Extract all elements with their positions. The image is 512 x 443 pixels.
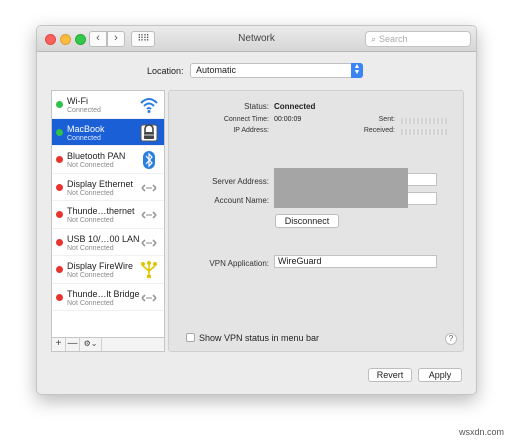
service-status: Not Connected: [67, 189, 114, 197]
sidebar-item-usb-10-00-lan[interactable]: USB 10/…00 LAN Not Connected: [52, 229, 164, 256]
location-value: Automatic: [196, 65, 237, 75]
search-icon: ⌕: [371, 34, 377, 44]
status-dot: [56, 293, 63, 301]
status-dot: [56, 183, 63, 191]
disconnect-button[interactable]: Disconnect: [275, 214, 339, 228]
sidebar-item-display-firewire[interactable]: Display FireWire Not Connected: [52, 256, 164, 284]
updown-arrow-icon: ▲ ▼: [351, 63, 363, 78]
search-placeholder: Search: [379, 34, 408, 44]
wifi-icon: [139, 95, 159, 115]
status-dot: [56, 156, 63, 163]
service-status: Connected: [67, 134, 101, 142]
bluetooth-icon: [139, 150, 159, 170]
service-name: Thunde…lt Bridge: [67, 288, 140, 299]
status-label: Status:: [244, 102, 269, 111]
status-dot: [56, 101, 63, 108]
sent-label: Sent:: [378, 116, 395, 123]
sidebar-item-macbook[interactable]: MacBook Connected: [52, 118, 164, 146]
vpn-lock-icon: [139, 123, 159, 143]
ip-address-label: IP Address:: [233, 127, 269, 134]
location-select[interactable]: Automatic ▲ ▼: [190, 63, 363, 78]
sidebar-item-thunde-lt-bridge[interactable]: Thunde…lt Bridge Not Connected: [52, 284, 164, 311]
service-name: Display Ethernet: [67, 178, 134, 189]
ethernet-icon: [139, 288, 159, 308]
title-bar: ‹ › ⠿⠿ Network ⌕ Search: [37, 26, 476, 52]
service-list-footer: + — ⚙⌄: [51, 338, 165, 352]
received-label: Received:: [363, 127, 395, 134]
service-status: Connected: [67, 107, 101, 114]
service-name: USB 10/…00 LAN: [67, 233, 140, 244]
status-dot: [56, 238, 63, 246]
sidebar-item-wi-fi[interactable]: Wi-Fi Connected: [52, 91, 164, 119]
ethernet-icon: [139, 233, 159, 253]
ethernet-icon: [139, 205, 159, 225]
sidebar-item-bluetooth-pan[interactable]: Bluetooth PAN Not Connected: [52, 146, 164, 174]
service-list: Wi-Fi Connected MacBook Connected Bluetooth …: [51, 90, 165, 338]
watermark: wsxdn.com: [458, 427, 504, 437]
service-name: Bluetooth PAN: [67, 151, 126, 161]
status-value: Connected: [274, 102, 316, 111]
firewire-icon: [139, 260, 159, 280]
sidebar-item-display-ethernet[interactable]: Display Ethernet Not Connected: [52, 174, 164, 201]
location-label: Location:: [147, 66, 184, 76]
service-status: Not Connected: [67, 272, 114, 279]
service-status: Not Connected: [67, 217, 114, 224]
status-dot: [56, 211, 63, 218]
service-name: Display FireWire: [67, 261, 134, 271]
service-status: Not Connected: [67, 299, 114, 307]
status-dot: [56, 128, 63, 136]
server-address-label: Server Address:: [212, 177, 269, 186]
detail-panel: Status: Connected Connect Time: 00:00:09…: [168, 90, 464, 352]
sidebar-item-thunde-thernet[interactable]: Thunde…thernet Not Connected: [52, 201, 164, 229]
add-service-button[interactable]: +: [52, 338, 66, 351]
show-vpn-status-label: Show VPN status in menu bar: [199, 333, 320, 343]
service-status: Not Connected: [67, 244, 114, 252]
sent-redacted: [401, 118, 447, 124]
help-button[interactable]: ?: [445, 333, 457, 345]
vpn-application-label: VPN Application:: [209, 259, 269, 268]
network-window: ‹ › ⠿⠿ Network ⌕ Search Location: Automat…: [36, 25, 477, 395]
gear-menu-button[interactable]: ⚙⌄: [80, 338, 102, 351]
service-name: MacBook: [67, 123, 105, 134]
vpn-application-field[interactable]: WireGuard: [274, 255, 437, 268]
connect-time-label: Connect Time:: [223, 116, 269, 123]
service-status: Not Connected: [67, 162, 114, 169]
account-name-label: Account Name:: [214, 196, 269, 205]
revert-button[interactable]: Revert: [368, 368, 412, 382]
connect-time-value: 00:00:09: [274, 116, 302, 123]
apply-button[interactable]: Apply: [418, 368, 462, 382]
received-redacted: [401, 129, 447, 135]
redacted-block: [274, 168, 408, 208]
service-name: Wi-Fi: [67, 96, 88, 106]
show-vpn-status-checkbox[interactable]: [186, 333, 195, 342]
search-input[interactable]: ⌕ Search: [365, 31, 471, 47]
ethernet-icon: [139, 178, 159, 198]
service-name: Thunde…thernet: [67, 206, 135, 216]
remove-service-button[interactable]: —: [66, 338, 80, 351]
status-dot: [56, 266, 63, 273]
